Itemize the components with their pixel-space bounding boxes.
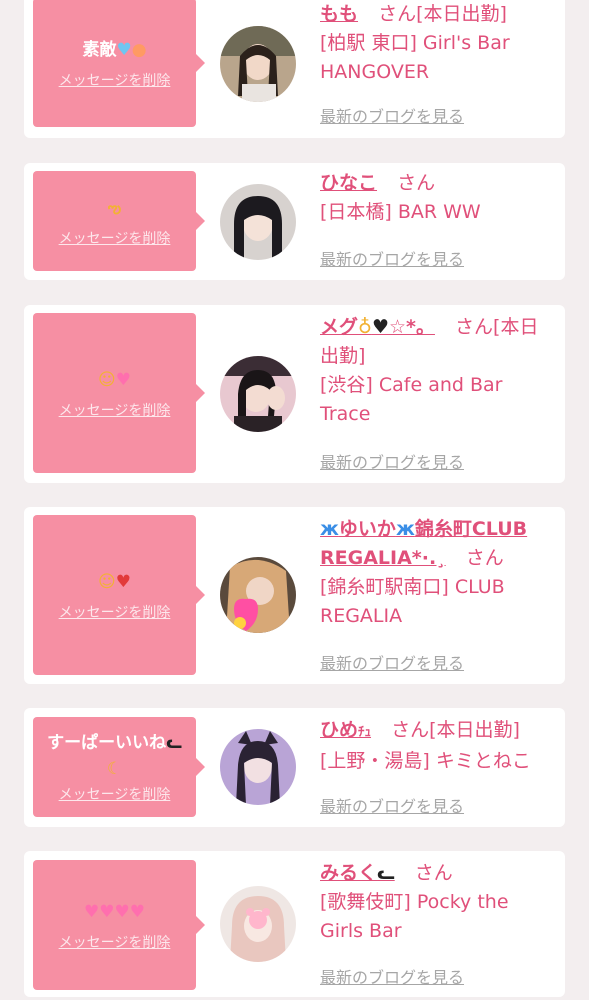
cast-name-text: みるく bbox=[320, 862, 378, 884]
cast-name-link[interactable]: ひめﾁｭ bbox=[320, 719, 371, 741]
butterfly-icon: ж bbox=[320, 518, 339, 540]
cast-name-text: ひめ bbox=[320, 719, 359, 741]
message-text: ♥♥♥♥ bbox=[78, 898, 151, 926]
latest-blog-link[interactable]: 最新のブログを見る bbox=[320, 964, 464, 988]
sparkling-heart-icon: ♥ bbox=[84, 902, 100, 922]
message-card: 素敵♥● メッセージを削除 もも さん[本日出勤] [柏駅 東口] Girl's… bbox=[24, 0, 565, 138]
grinning-squint-icon: ☺ bbox=[98, 370, 116, 390]
delete-message-link[interactable]: メッセージを削除 bbox=[59, 400, 171, 420]
latest-blog-link[interactable]: 最新のブログを見る bbox=[320, 449, 464, 473]
message-text: ☺♥ bbox=[92, 568, 137, 596]
message-text: ఌ bbox=[102, 194, 127, 222]
honorific: さん bbox=[455, 316, 494, 338]
avatar[interactable] bbox=[220, 557, 296, 633]
delete-message-link[interactable]: メッセージを削除 bbox=[59, 602, 171, 622]
delete-message-link[interactable]: メッセージを削除 bbox=[59, 70, 171, 90]
latest-blog-link[interactable]: 最新のブログを見る bbox=[320, 103, 464, 127]
black-cat-icon: ᓚ bbox=[377, 862, 395, 884]
cast-name-suffix: ﾁｭ bbox=[358, 725, 372, 740]
sparkling-heart-icon: ♥ bbox=[129, 902, 145, 922]
honorific: さん bbox=[414, 862, 453, 884]
honorific: さん bbox=[378, 3, 417, 25]
black-cat-icon: ᓚ bbox=[166, 733, 182, 753]
cast-name-text: メグ bbox=[320, 316, 359, 338]
cast-name-link[interactable]: ひなこ bbox=[320, 172, 377, 194]
message-card: ☺♥ メッセージを削除 жゆいかж錦糸町CLUB REGALIA*·.¸ さん … bbox=[24, 507, 565, 684]
message-card: すーぱーいいねᓚ ☾ メッセージを削除 ひめﾁｭ さん[本日出勤] [上野・湯島]… bbox=[24, 708, 565, 827]
honorific: さん bbox=[391, 719, 430, 741]
message-list: 素敵♥● メッセージを削除 もも さん[本日出勤] [柏駅 東口] Girl's… bbox=[0, 0, 589, 1000]
message-card: ఌ メッセージを削除 ひなこ さん [日本橋] BAR WW 最新のブログを見る bbox=[24, 163, 565, 280]
cast-info: みるくᓚ さん [歌舞伎町] Pocky the Girls Bar bbox=[320, 859, 556, 946]
avatar[interactable] bbox=[220, 729, 296, 805]
shop-name: [歌舞伎町] Pocky the Girls Bar bbox=[320, 891, 509, 942]
cast-info: もも さん[本日出勤] [柏駅 東口] Girl's Bar HANGOVER bbox=[320, 0, 556, 87]
message-text: すーぱーいいねᓚ ☾ bbox=[41, 730, 188, 782]
cast-info: ひめﾁｭ さん[本日出勤] [上野・湯島] キミとねこ bbox=[320, 716, 556, 776]
cast-name-link[interactable]: メグ♁♥☆*。 bbox=[320, 316, 435, 338]
work-status: [本日出勤] bbox=[429, 719, 520, 741]
avatar[interactable] bbox=[220, 184, 296, 260]
cast-name-link[interactable]: みるくᓚ bbox=[320, 862, 395, 884]
message-bubble: ♥♥♥♥ メッセージを削除 bbox=[33, 860, 196, 990]
message-text: ☺♥ bbox=[92, 366, 137, 394]
cast-info: メグ♁♥☆*。 さん[本日出勤] [渋谷] Cafe and Bar Trace bbox=[320, 313, 556, 429]
delete-message-link[interactable]: メッセージを削除 bbox=[59, 932, 171, 952]
message-bubble: 素敵♥● メッセージを削除 bbox=[33, 0, 196, 127]
avatar[interactable] bbox=[220, 886, 296, 962]
cast-name-text: ゆいか bbox=[338, 518, 396, 540]
peach-icon: ● bbox=[131, 39, 147, 60]
shop-name: [柏駅 東口] Girl's Bar HANGOVER bbox=[320, 32, 510, 83]
sparkling-heart-icon: ♥ bbox=[115, 370, 131, 390]
hands-heart-icon: ఌ bbox=[107, 199, 122, 217]
honorific: さん bbox=[397, 172, 436, 194]
delete-message-link[interactable]: メッセージを削除 bbox=[59, 228, 171, 248]
shop-name: [日本橋] BAR WW bbox=[320, 201, 481, 223]
shop-name: [上野・湯島] キミとねこ bbox=[320, 750, 531, 772]
latest-blog-link[interactable]: 最新のブログを見る bbox=[320, 650, 464, 674]
message-bubble: ☺♥ メッセージを削除 bbox=[33, 313, 196, 473]
delete-message-link[interactable]: メッセージを削除 bbox=[59, 784, 171, 804]
smiling-face-icon: ☺ bbox=[98, 572, 116, 592]
avatar[interactable] bbox=[220, 356, 296, 432]
sparkling-heart-icon: ♥ bbox=[114, 902, 130, 922]
cast-name-suffix: ☆*。 bbox=[388, 316, 435, 338]
message-body: 素敵 bbox=[82, 39, 117, 60]
latest-blog-link[interactable]: 最新のブログを見る bbox=[320, 793, 464, 817]
crescent-moon-icon: ☾ bbox=[106, 759, 123, 779]
black-heart-icon: ♥ bbox=[371, 316, 389, 338]
ringed-planet-icon: ♁ bbox=[358, 316, 372, 338]
latest-blog-link[interactable]: 最新のブログを見る bbox=[320, 246, 464, 270]
blue-heart-icon: ♥ bbox=[116, 39, 132, 60]
cast-info: жゆいかж錦糸町CLUB REGALIA*·.¸ さん [錦糸町駅南口] CLU… bbox=[320, 515, 556, 631]
avatar[interactable] bbox=[220, 26, 296, 102]
message-bubble: ☺♥ メッセージを削除 bbox=[33, 515, 196, 675]
message-card: ♥♥♥♥ メッセージを削除 みるくᓚ さん [歌舞伎町] Pocky the G… bbox=[24, 851, 565, 997]
cast-info: ひなこ さん [日本橋] BAR WW bbox=[320, 169, 556, 227]
butterfly-icon: ж bbox=[395, 518, 415, 540]
message-card: ☺♥ メッセージを削除 メグ♁♥☆*。 さん[本日出勤] [渋谷] Cafe a… bbox=[24, 305, 565, 483]
honorific: さん bbox=[465, 547, 504, 569]
cast-name-link[interactable]: もも bbox=[320, 3, 358, 25]
shop-name: [渋谷] Cafe and Bar Trace bbox=[320, 374, 503, 425]
message-bubble: すーぱーいいねᓚ ☾ メッセージを削除 bbox=[33, 717, 196, 817]
message-body: すーぱーいいね bbox=[47, 733, 167, 753]
shop-name: [錦糸町駅南口] CLUB REGALIA bbox=[320, 576, 505, 627]
work-status: [本日出勤] bbox=[416, 3, 507, 25]
message-text: 素敵♥● bbox=[76, 36, 152, 64]
sparkling-heart-icon: ♥ bbox=[99, 902, 115, 922]
message-bubble: ఌ メッセージを削除 bbox=[33, 171, 196, 271]
red-heart-icon: ♥ bbox=[115, 572, 131, 592]
